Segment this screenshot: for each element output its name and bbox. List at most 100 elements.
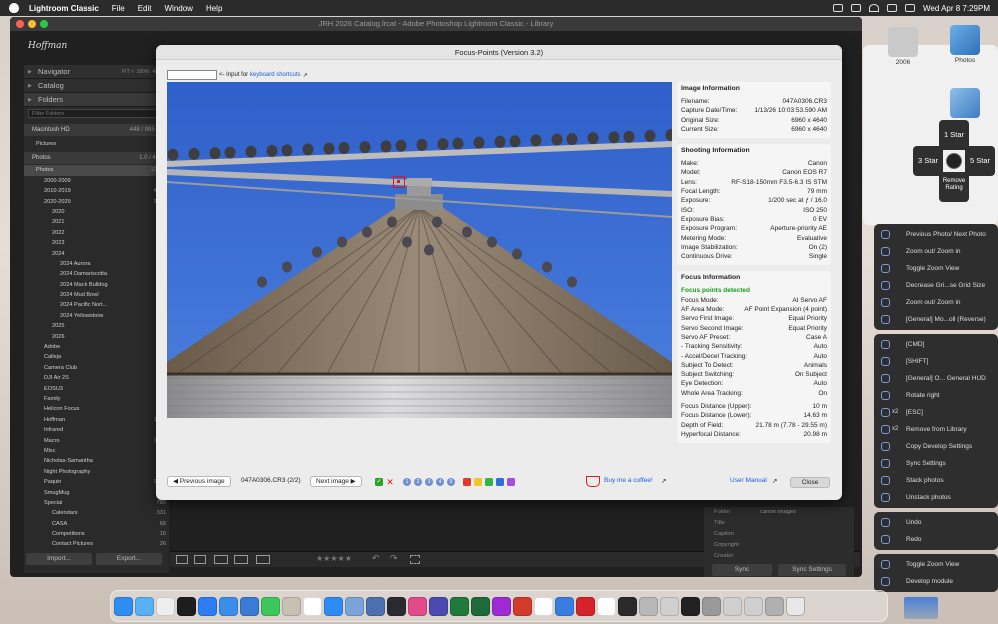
folder-item[interactable]: EOSU3 [24,384,169,394]
shortcut-item[interactable]: Previous Photo/ Next Photo [874,226,998,243]
dock-app-icon[interactable] [618,596,637,616]
dock-app-icon[interactable] [744,596,763,616]
shortcut-item[interactable]: Develop module [874,573,998,590]
color-label-yellow[interactable] [474,478,482,486]
folder-item[interactable]: 2000-2009837 [24,176,169,186]
shortcut-item[interactable]: Zoom out/ Zoom in [874,294,998,311]
menu-file[interactable]: File [112,4,125,13]
star-rating[interactable]: ★★★★★ [316,554,352,563]
folder-item[interactable]: 2010-20194486 [24,186,169,196]
export-button[interactable]: Export... [96,553,162,565]
external-link-icon[interactable]: ↗ [772,477,777,485]
rating-1-button[interactable]: 1 [403,478,411,486]
previous-image-button[interactable]: ◀ Previous image [167,476,231,487]
catalog-header[interactable]: Catalog [24,79,169,93]
dock-app-icon[interactable] [639,596,658,616]
rating-4-button[interactable]: 4 [436,478,444,486]
shortcut-item[interactable]: Zoom out/ Zoom in [874,243,998,260]
folders-header[interactable]: Folders [24,93,169,107]
close-window-icon[interactable] [16,20,24,28]
folder-item[interactable]: Paquin1307 [24,477,169,487]
grid-view-icon[interactable] [176,555,188,564]
user-manual-link[interactable]: User Manual [730,477,767,484]
dock-app-icon[interactable] [513,596,532,616]
survey-view-icon[interactable] [234,555,248,564]
folder-item[interactable]: 2024 Aurora [24,259,169,269]
shortcut-item[interactable]: Toggle Zoom View [874,260,998,277]
dock-app-icon[interactable] [450,596,469,616]
shortcut-item[interactable]: x2 [ESC] [874,404,998,421]
flag-reject-icon[interactable]: ✕ [386,478,394,487]
metadata-value[interactable]: canon images [760,507,796,518]
dock-app-icon[interactable] [492,596,511,616]
shortcut-item[interactable]: Rotate right [874,387,998,404]
compare-view-icon[interactable] [214,555,228,564]
folder-item[interactable]: 2022987 [24,228,169,238]
shortcut-item[interactable]: Sync Settings [874,455,998,472]
shortcut-item[interactable]: [SHIFT] [874,353,998,370]
menubar-clock[interactable]: Wed Apr 8 7:29PM [923,4,990,13]
folder-item[interactable]: Calleja167 [24,352,169,362]
dock-app-icon[interactable] [156,596,175,616]
dock-app-icon[interactable] [471,596,490,616]
folder-item[interactable]: 2023468 [24,238,169,248]
menu-edit[interactable]: Edit [138,4,152,13]
folder-item[interactable]: 2024 Pacific Nort... [24,300,169,310]
trash-icon[interactable] [786,596,805,616]
coffee-cup-icon[interactable] [586,476,600,487]
folder-item[interactable]: SmugMug [24,488,169,498]
wheel-remove-rating[interactable]: Remove Rating [939,172,969,202]
dock-app-icon[interactable] [114,596,133,616]
shortcut-item[interactable]: x2 Remove from Library [874,421,998,438]
wifi-icon[interactable] [869,4,879,12]
folder-item[interactable]: Contact Pictures 26 [24,539,169,549]
dock-app-icon[interactable] [534,596,553,616]
rotate-left-icon[interactable]: ↶ [372,553,380,564]
dock-app-icon[interactable] [576,596,595,616]
menu-app-name[interactable]: Lightroom Classic [29,4,99,13]
dock-app-icon[interactable] [429,596,448,616]
buy-me-a-coffee-link[interactable]: Buy me a coffee! [604,477,653,484]
folder-item[interactable]: Helicon Focus [24,404,169,414]
folder-item[interactable]: 2024 [24,249,169,259]
folder-item[interactable]: Calendars 331 [24,508,169,518]
rating-2-button[interactable]: 2 [414,478,422,486]
dock-app-icon[interactable] [408,596,427,616]
dock-app-icon[interactable] [555,596,574,616]
folder-item[interactable]: 2024 Damariscotta [24,269,169,279]
shortcut-item[interactable]: Decrease Gri...se Grid Size [874,277,998,294]
folder-item[interactable]: Special 786 [24,498,169,508]
color-label-blue[interactable] [496,478,504,486]
minimize-window-icon[interactable] [28,20,36,28]
menu-help[interactable]: Help [206,4,222,13]
shortcut-item[interactable]: Redo [874,531,998,548]
color-label-red[interactable] [463,478,471,486]
folder-item[interactable]: Camera Club [24,363,169,373]
folder-item[interactable]: Macro1155 [24,436,169,446]
desktop-file[interactable] [950,88,980,120]
sync-button[interactable]: Sync [712,564,772,576]
dock-app-icon[interactable] [765,596,784,616]
folder-item[interactable]: 2024 Yellowstone [24,311,169,321]
dock-app-icon[interactable] [387,596,406,616]
shortcut-item[interactable]: [General] Mo...oll (Reverse) [874,311,998,328]
wheel-5-star[interactable]: 5 Star [965,146,995,176]
volume-photos[interactable]: Photos 1.0 / 4 TB [24,152,169,165]
dock-app-icon[interactable] [177,596,196,616]
rotate-right-icon[interactable]: ↷ [390,553,398,564]
folder-item[interactable]: Nicholas-Samantha [24,456,169,466]
dock-app-icon[interactable] [198,596,217,616]
people-view-icon[interactable] [256,555,270,564]
folder-filter-input[interactable] [28,109,165,118]
folder-item[interactable]: 2024 Mud Bowl [24,290,169,300]
folder-item[interactable]: DJI Air 2S [24,373,169,383]
dock-app-icon[interactable] [282,596,301,616]
shortcut-item[interactable]: Toggle Zoom View [874,556,998,573]
wheel-1-star[interactable]: 1 Star [939,120,969,150]
volume-macintosh-hd[interactable]: Macintosh HD 448 / 995 GB [24,124,169,136]
dock-app-icon[interactable] [681,596,700,616]
folder-item[interactable]: 2020-20293570 [24,197,169,207]
keyboard-shortcuts-link[interactable]: keyboard shortcuts [250,72,301,78]
folder-item[interactable]: Photos12575 [24,165,169,176]
desktop-folder-2006[interactable]: 2006 [888,27,918,66]
